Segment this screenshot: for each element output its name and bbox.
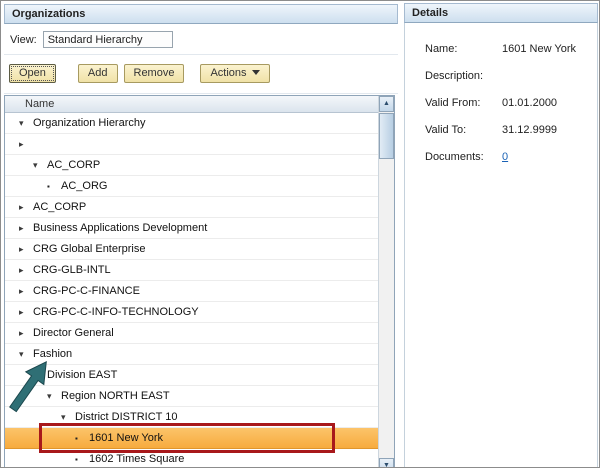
detail-field: Description: bbox=[425, 70, 591, 82]
field-label: Description: bbox=[425, 70, 502, 82]
tree-node-label: AC_CORP bbox=[33, 201, 86, 213]
tree-node-label: 1601 New York bbox=[89, 432, 163, 444]
tree-node-label: Director General bbox=[33, 327, 114, 339]
field-label: Documents: bbox=[425, 151, 502, 163]
tree-row[interactable]: ▾Fashion bbox=[5, 344, 378, 365]
tree-row[interactable]: ▸CRG-PC-C-INFO-TECHNOLOGY bbox=[5, 302, 378, 323]
leaf-bullet-icon: ▪ bbox=[47, 182, 61, 191]
tree-row[interactable]: ▸CRG-PC-C-FINANCE bbox=[5, 281, 378, 302]
detail-field: Name:1601 New York bbox=[425, 43, 591, 55]
leaf-bullet-icon: ▪ bbox=[75, 434, 89, 443]
details-panel-title: Details bbox=[404, 3, 598, 23]
open-button[interactable]: Open bbox=[9, 64, 56, 83]
scrollbar-thumb[interactable] bbox=[379, 113, 394, 159]
expanded-arrow-icon[interactable]: ▾ bbox=[33, 160, 47, 171]
tree-row[interactable]: ▾District DISTRICT 10 bbox=[5, 407, 378, 428]
expanded-arrow-icon[interactable]: ▾ bbox=[47, 391, 61, 402]
app-window: Organizations View: Open Add Remove Acti… bbox=[0, 0, 600, 468]
tree-row[interactable]: ▪1601 New York bbox=[5, 428, 378, 449]
tree-row[interactable]: ▸Business Applications Development bbox=[5, 218, 378, 239]
detail-field: Documents:0 bbox=[425, 151, 591, 163]
detail-field: Valid From:01.01.2000 bbox=[425, 97, 591, 109]
details-panel: Details Name:1601 New York Description: Va… bbox=[404, 4, 598, 468]
tree-node-label: AC_ORG bbox=[61, 180, 107, 192]
details-fields: Name:1601 New York Description: Valid From… bbox=[405, 23, 597, 163]
tree-node-label: CRG-PC-C-INFO-TECHNOLOGY bbox=[33, 306, 199, 318]
tree-node-label: Fashion bbox=[33, 348, 72, 360]
collapsed-arrow-icon[interactable]: ▸ bbox=[19, 223, 33, 234]
field-label: Valid To: bbox=[425, 124, 502, 136]
tree-node-label: District DISTRICT 10 bbox=[75, 411, 177, 423]
expanded-arrow-icon[interactable]: ▾ bbox=[33, 370, 47, 381]
add-button[interactable]: Add bbox=[78, 64, 118, 83]
scroll-down-icon[interactable]: ▼ bbox=[379, 458, 394, 468]
tree-node-label: 1602 Times Square bbox=[89, 453, 184, 465]
actions-label: Actions bbox=[210, 67, 246, 79]
detail-field: Valid To:31.12.9999 bbox=[425, 124, 591, 136]
tree-node-label: Division EAST bbox=[47, 369, 117, 381]
tree-row[interactable]: ▸CRG-GLB-INTL bbox=[5, 260, 378, 281]
scroll-up-icon[interactable]: ▲ bbox=[379, 96, 394, 112]
expanded-arrow-icon[interactable]: ▾ bbox=[61, 412, 75, 423]
field-value: 1601 New York bbox=[502, 43, 576, 55]
tree-row[interactable]: ▪1602 Times Square bbox=[5, 449, 378, 468]
toolbar: Open Add Remove Actions bbox=[4, 55, 398, 94]
collapsed-arrow-icon[interactable]: ▸ bbox=[19, 265, 33, 276]
tree-node-label: Organization Hierarchy bbox=[33, 117, 146, 129]
field-value: 01.01.2000 bbox=[502, 97, 557, 109]
collapsed-arrow-icon[interactable]: ▸ bbox=[19, 244, 33, 255]
tree-row[interactable]: ▪AC_ORG bbox=[5, 176, 378, 197]
field-value: 31.12.9999 bbox=[502, 124, 557, 136]
tree-row[interactable]: ▾AC_CORP bbox=[5, 155, 378, 176]
documents-link[interactable]: 0 bbox=[502, 151, 508, 163]
tree-node-label: CRG-PC-C-FINANCE bbox=[33, 285, 140, 297]
tree-row[interactable]: ▾Organization Hierarchy bbox=[5, 113, 378, 134]
tree-row[interactable]: ▸AC_CORP bbox=[5, 197, 378, 218]
field-label: Valid From: bbox=[425, 97, 502, 109]
organization-tree: Name ▾Organization Hierarchy▸▾AC_CORP▪AC… bbox=[4, 95, 395, 468]
organizations-panel-title: Organizations bbox=[4, 4, 398, 24]
collapsed-arrow-icon[interactable]: ▸ bbox=[19, 139, 33, 150]
view-selector-row: View: bbox=[4, 24, 398, 55]
tree-node-label: AC_CORP bbox=[47, 159, 100, 171]
collapsed-arrow-icon[interactable]: ▸ bbox=[19, 328, 33, 339]
field-label: Name: bbox=[425, 43, 502, 55]
expanded-arrow-icon[interactable]: ▾ bbox=[19, 349, 33, 360]
tree-row[interactable]: ▸CRG Global Enterprise bbox=[5, 239, 378, 260]
collapsed-arrow-icon[interactable]: ▸ bbox=[19, 286, 33, 297]
tree-row[interactable]: ▸ bbox=[5, 134, 378, 155]
tree-node-label: CRG-GLB-INTL bbox=[33, 264, 111, 276]
vertical-scrollbar[interactable]: ▲ ▼ bbox=[378, 96, 394, 468]
remove-button[interactable]: Remove bbox=[124, 64, 185, 83]
tree-column-header-name: Name bbox=[5, 96, 378, 113]
tree-row[interactable]: ▸Director General bbox=[5, 323, 378, 344]
tree-node-label: CRG Global Enterprise bbox=[33, 243, 146, 255]
tree-row[interactable]: ▾Division EAST bbox=[5, 365, 378, 386]
tree-row[interactable]: ▾Region NORTH EAST bbox=[5, 386, 378, 407]
view-input[interactable] bbox=[43, 31, 173, 48]
tree-rows: ▾Organization Hierarchy▸▾AC_CORP▪AC_ORG▸… bbox=[5, 113, 378, 468]
collapsed-arrow-icon[interactable]: ▸ bbox=[19, 307, 33, 318]
menu-arrow-icon bbox=[252, 70, 260, 75]
expanded-arrow-icon[interactable]: ▾ bbox=[19, 118, 33, 129]
leaf-bullet-icon: ▪ bbox=[75, 455, 89, 464]
tree-node-label: Region NORTH EAST bbox=[61, 390, 170, 402]
tree-node-label: Business Applications Development bbox=[33, 222, 207, 234]
collapsed-arrow-icon[interactable]: ▸ bbox=[19, 202, 33, 213]
view-label: View: bbox=[10, 34, 37, 46]
actions-button[interactable]: Actions bbox=[200, 64, 269, 83]
